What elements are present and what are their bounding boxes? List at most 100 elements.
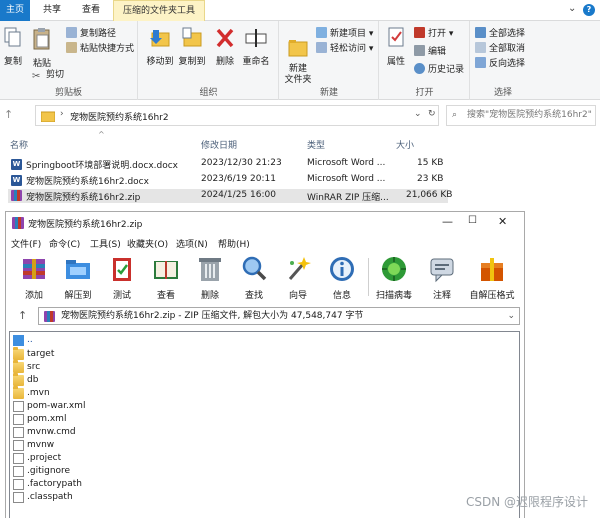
copy-to-button[interactable]: 复制到	[177, 27, 207, 67]
file-icon	[13, 466, 24, 477]
help-icon[interactable]: ?	[583, 4, 595, 16]
menu-favorites[interactable]: 收藏夹(O)	[127, 237, 168, 250]
file-row[interactable]: 宠物医院预约系统16hr2.docx 2023/6/19 20:11 Micro…	[8, 174, 448, 187]
menu-commands[interactable]: 命令(C)	[49, 237, 80, 250]
search-icon: ⌕	[452, 110, 458, 120]
file-icon	[13, 440, 24, 451]
file-size: 15 KB	[417, 158, 444, 168]
paste-button[interactable]: 粘贴	[30, 27, 54, 69]
info-button[interactable]: 信息	[320, 252, 364, 304]
watermark: CSDN @迟限程序设计	[465, 495, 588, 509]
cut-button[interactable]: ✂ 剪切	[32, 68, 64, 82]
address-bar[interactable]: › 宠物医院预约系统16hr2 ⌄ ↻	[35, 105, 439, 126]
delete-archive-button[interactable]: 删除	[188, 252, 232, 304]
wizard-button[interactable]: 向导	[276, 252, 320, 304]
move-to-button[interactable]: 移动到	[145, 27, 175, 67]
file-icon	[13, 414, 24, 425]
archive-path-text: 宠物医院预约系统16hr2.zip - ZIP 压缩文件, 解包大小为 47,5…	[61, 311, 364, 321]
select-none-button[interactable]: 全部取消	[475, 42, 525, 56]
delete-label: 删除	[215, 57, 234, 67]
chevron-down-icon[interactable]: ⌄	[568, 3, 576, 14]
menu-tools[interactable]: 工具(S)	[90, 237, 121, 250]
new-item-label: 新建项目 ▾	[330, 29, 374, 39]
history-button[interactable]: 历史记录	[414, 63, 464, 77]
virus-scan-button[interactable]: 扫描病毒	[370, 252, 418, 304]
properties-button[interactable]: 属性	[384, 27, 408, 67]
extract-to-button[interactable]: 解压到	[56, 252, 100, 304]
word-icon	[11, 175, 22, 186]
nav-up-icon[interactable]: ↑	[4, 108, 13, 121]
column-modified[interactable]: 修改日期	[201, 138, 237, 151]
paste-shortcut-label: 粘贴快捷方式	[80, 44, 135, 54]
menu-help[interactable]: 帮助(H)	[218, 237, 250, 250]
minimize-icon[interactable]: —	[442, 215, 453, 228]
path-dropdown-icon[interactable]: ⌄	[507, 308, 515, 324]
breadcrumb-separator-icon: ›	[60, 109, 64, 119]
breadcrumb-current[interactable]: 宠物医院预约系统16hr2	[70, 110, 169, 123]
address-dropdown-icon[interactable]: ⌄	[414, 109, 422, 119]
maximize-icon[interactable]: ☐	[468, 215, 477, 226]
tab-share[interactable]: 共享	[38, 0, 66, 21]
view-book-icon	[154, 261, 178, 279]
scissors-icon: ✂	[32, 71, 41, 82]
find-button[interactable]: 查找	[232, 252, 276, 304]
organize-group: 移动到 复制到 删除 重命名 组织	[139, 21, 279, 100]
comment-button[interactable]: 注释	[420, 252, 464, 304]
comment-label: 注释	[432, 291, 451, 301]
file-type: Microsoft Word ...	[307, 158, 386, 168]
copy-path-button[interactable]: 复制路径	[66, 27, 116, 41]
rename-button[interactable]: 重命名	[241, 27, 271, 67]
find-label: 查找	[244, 291, 263, 301]
file-row[interactable]: Springboot环境部署说明.docx.docx 2023/12/30 21…	[8, 158, 448, 171]
copy-path-label: 复制路径	[80, 29, 117, 39]
tab-compressed-folder-tools[interactable]: 压缩的文件夹工具	[113, 0, 205, 21]
parent-folder-icon	[13, 335, 24, 346]
copy-icon	[4, 27, 21, 47]
list-item-label: pom-war.xml	[27, 401, 86, 411]
history-icon	[414, 63, 425, 74]
column-name[interactable]: 名称	[10, 138, 28, 151]
new-item-button[interactable]: 新建项目 ▾	[316, 27, 373, 41]
list-item-label: .gitignore	[27, 466, 71, 476]
list-item-label: src	[27, 362, 41, 372]
search-input[interactable]: ⌕ 搜索"宠物医院预约系统16hr2"	[446, 105, 596, 126]
column-size[interactable]: 大小	[396, 138, 414, 151]
file-icon	[13, 492, 24, 503]
list-item-label: .classpath	[27, 492, 73, 502]
edit-button[interactable]: 编辑	[414, 45, 446, 59]
up-arrow-icon[interactable]: ↑	[18, 309, 27, 322]
wizard-label: 向导	[288, 291, 307, 301]
delete-button[interactable]: 删除	[213, 27, 237, 67]
file-row-selected[interactable]: 宠物医院预约系统16hr2.zip 2024/1/25 16:00 WinRAR…	[8, 189, 452, 203]
open-button[interactable]: 打开 ▾	[414, 27, 453, 41]
delete-x-icon	[216, 28, 234, 48]
copy-to-label: 复制到	[178, 57, 206, 67]
wizard-wand-icon	[288, 257, 311, 280]
sfx-button[interactable]: 自解压格式	[464, 252, 520, 304]
winrar-menu-bar: 文件(F) 命令(C) 工具(S) 收藏夹(O) 选项(N) 帮助(H)	[6, 235, 524, 251]
winrar-path-box[interactable]: 宠物医院预约系统16hr2.zip - ZIP 压缩文件, 解包大小为 47,5…	[38, 307, 520, 325]
tab-home[interactable]: 主页	[0, 0, 30, 21]
file-name: 宠物医院预约系统16hr2.zip	[26, 193, 141, 203]
file-name: Springboot环境部署说明.docx.docx	[26, 161, 179, 171]
invert-selection-button[interactable]: 反向选择	[475, 57, 525, 71]
add-button[interactable]: 添加	[12, 252, 56, 304]
extract-to-label: 解压到	[64, 291, 92, 301]
invert-selection-label: 反向选择	[489, 59, 526, 69]
tab-view[interactable]: 查看	[76, 0, 106, 21]
winrar-title-bar: 宠物医院预约系统16hr2.zip — ☐ ✕	[6, 212, 524, 234]
column-type[interactable]: 类型	[307, 138, 325, 151]
test-button[interactable]: 测试	[100, 252, 144, 304]
info-label: 信息	[332, 291, 351, 301]
close-icon[interactable]: ✕	[498, 215, 507, 228]
easy-access-button[interactable]: 轻松访问 ▾	[316, 42, 373, 56]
select-all-button[interactable]: 全部选择	[475, 27, 525, 41]
paste-shortcut-button[interactable]: 粘贴快捷方式	[66, 42, 134, 56]
menu-options[interactable]: 选项(N)	[176, 237, 208, 250]
new-folder-label: 新建 文件夹	[284, 64, 312, 85]
copy-button[interactable]: 复制	[2, 27, 24, 67]
view-button[interactable]: 查看	[144, 252, 188, 304]
refresh-icon[interactable]: ↻	[428, 109, 436, 119]
winrar-path-row: ↑ 宠物医院预约系统16hr2.zip - ZIP 压缩文件, 解包大小为 47…	[6, 306, 524, 328]
menu-file[interactable]: 文件(F)	[11, 237, 41, 250]
